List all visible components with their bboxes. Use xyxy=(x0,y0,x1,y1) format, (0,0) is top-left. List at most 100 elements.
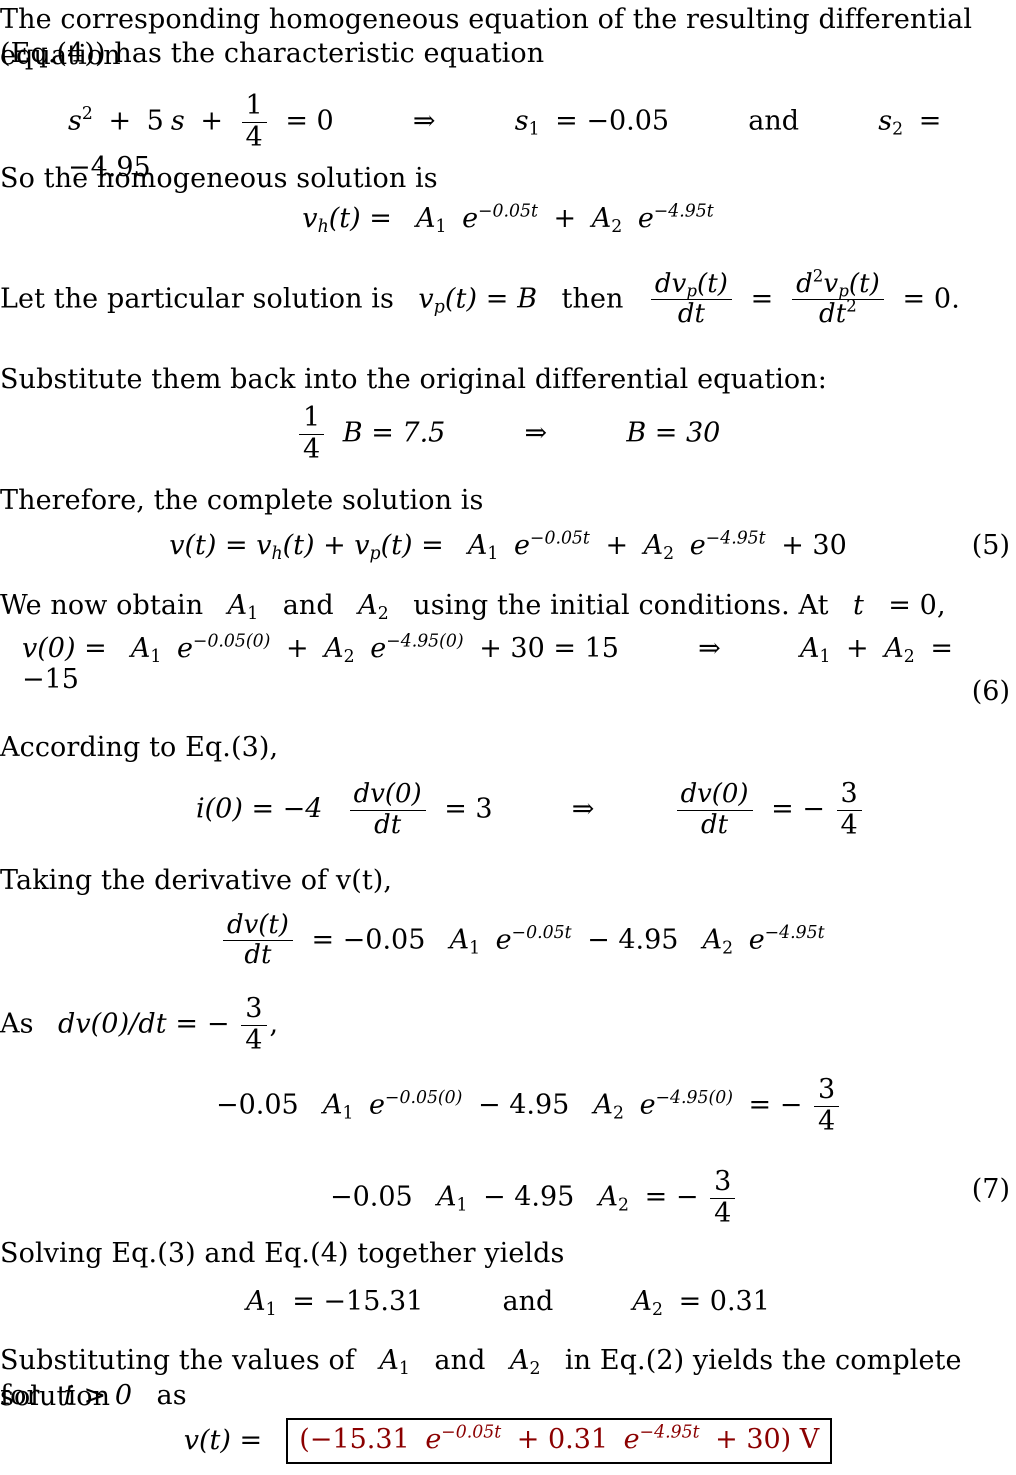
root2-subscript: 2 xyxy=(892,119,904,140)
eq7-A2: A xyxy=(598,1181,619,1213)
d2vp-v: v xyxy=(823,269,839,299)
final-lhs: v(t) = xyxy=(183,1424,263,1456)
cs-lhs: v(t) = v xyxy=(169,530,272,561)
iz-res-den: 4 xyxy=(840,809,858,841)
evz-minus: − 4.95 xyxy=(477,1089,570,1121)
d2vp-d-sup: 2 xyxy=(812,266,824,286)
evz-lhs: −0.05 xyxy=(216,1089,299,1121)
evz-frac-den: 4 xyxy=(817,1105,836,1137)
paragraph-according-to: According to Eq.(3), xyxy=(0,730,1016,766)
dvp-num-sub: p xyxy=(686,281,698,301)
iz-dvdt-fraction: dv(0) dt xyxy=(349,780,426,839)
implies-arrow-icon-3: ⇒ xyxy=(698,633,721,664)
as-dvdt-fraction: 34 xyxy=(241,994,267,1056)
we-now-obtain-b: and xyxy=(282,590,334,621)
ic-e1: e xyxy=(177,633,193,664)
ic-lhs: v(0) = xyxy=(22,633,107,664)
dvdt-exp1: −0.05t xyxy=(511,922,572,943)
ic-A2-sub: 2 xyxy=(343,646,355,667)
char-eq-frac-den: 4 xyxy=(245,121,263,153)
equation-dvdt: dv(t) dt = −0.05 A1 e−0.05t − 4.95 A2 e−4… xyxy=(0,911,1016,970)
ic-A1-sub: 1 xyxy=(150,646,162,667)
dvp-dt-fraction: dvp(t) dt xyxy=(650,270,732,330)
ic-res-plus: + xyxy=(846,633,869,664)
evz-e1: e xyxy=(369,1089,386,1121)
char-eq-fraction: 14 xyxy=(241,91,267,153)
cs-e2: e xyxy=(689,530,706,561)
sub-A1-sub: 1 xyxy=(398,1358,411,1379)
we-now-obtain-d: = 0, xyxy=(888,590,946,621)
implies-arrow-icon: ⇒ xyxy=(412,105,436,137)
paragraph-particular-solution: Let the particular solution is vp(t) = B… xyxy=(0,268,1016,330)
fa-e2: e xyxy=(623,1424,640,1455)
cs-mid2: (t) = xyxy=(380,530,444,561)
char-eq-plus1: + xyxy=(108,105,132,137)
cs-h-sub: h xyxy=(271,543,283,564)
root1-value: = −0.05 xyxy=(555,105,670,137)
taking-derivative-text: Taking the derivative of v(t), xyxy=(0,865,393,896)
eq7-frac-num: 3 xyxy=(710,1167,736,1199)
cs-p-sub: p xyxy=(369,543,381,564)
wno-t: t xyxy=(852,590,864,621)
sub-A1: A xyxy=(379,1345,399,1376)
as-frac-num: 3 xyxy=(241,994,267,1026)
eq7-fraction: 34 xyxy=(710,1167,736,1228)
dvdt-A1: A xyxy=(449,924,470,956)
evz-eq: = − xyxy=(748,1089,803,1121)
evz-A1: A xyxy=(322,1089,343,1121)
dvdt-A2: A xyxy=(702,924,723,956)
equation-final-answer: v(t) = (−15.31 e−0.05t + 0.31 e−4.95t + … xyxy=(0,1418,1016,1464)
paragraph-as-dvdt: As dv(0)/dt = − 34, xyxy=(0,994,1016,1056)
dvdt-A1-sub: 1 xyxy=(469,938,481,959)
vh-A1: A xyxy=(416,203,436,234)
dvdt-fraction: dv(t) dt xyxy=(223,911,293,970)
paragraph-taking-derivative: Taking the derivative of v(t), xyxy=(0,863,1016,899)
B-solve-fraction: 14 xyxy=(299,403,325,464)
d2vp-d: d xyxy=(796,269,813,299)
intro-text-2: (Eq.(4)) has the characteristic equation xyxy=(0,38,545,69)
equation-number-6-row: (6) xyxy=(0,676,1016,707)
wno-A2-sub: 2 xyxy=(377,603,389,624)
eq7-A1: A xyxy=(436,1181,457,1213)
dvdt-exp2: −4.95t xyxy=(764,922,825,943)
evz-frac-num: 3 xyxy=(813,1075,840,1107)
we-now-obtain-a: We now obtain xyxy=(0,590,204,621)
vh-subscript: h xyxy=(317,216,329,237)
as-dvdt-expr: dv(0)/dt = − xyxy=(57,1008,230,1040)
cs-e1: e xyxy=(514,530,530,561)
equation-complete-solution: v(t) = vh(t) + vp(t) = A1 e−0.05t + A2 e… xyxy=(0,530,1016,564)
d2vp-numerator: d2vp(t) xyxy=(792,268,884,301)
let-particular-text-b: then xyxy=(561,283,624,315)
evz-fraction: 34 xyxy=(813,1075,840,1137)
char-eq-frac-num: 1 xyxy=(241,91,267,123)
as-frac-den: 4 xyxy=(245,1024,263,1056)
evz-A1-sub: 1 xyxy=(342,1103,354,1124)
av-A2: A xyxy=(632,1286,652,1317)
cs-A2-sub: 2 xyxy=(663,543,675,564)
substitute-back-text: Substitute them back into the original d… xyxy=(0,364,827,395)
iz-frac-num: dv(0) xyxy=(349,780,426,811)
dvp-numerator: dvp(t) xyxy=(650,270,732,301)
d2vp-den-sup: 2 xyxy=(846,297,857,317)
evz-A2: A xyxy=(593,1089,614,1121)
solving-together-text: Solving Eq.(3) and Eq.(4) together yield… xyxy=(0,1238,565,1269)
dvp-denominator: dt xyxy=(677,299,706,330)
vh-A2: A xyxy=(591,203,612,234)
iz-result-fraction: 34 xyxy=(836,779,862,841)
av-A1-value: = −15.31 xyxy=(292,1286,424,1317)
fa-exp1: −0.05t xyxy=(441,1422,502,1443)
dvdt-e1: e xyxy=(495,924,512,956)
eq7-lhs: −0.05 xyxy=(330,1181,413,1213)
cs-A1-sub: 1 xyxy=(487,543,499,564)
ic-tail: + 30 = 15 xyxy=(479,633,619,664)
substituting-text-1: Substituting the values of xyxy=(0,1345,355,1376)
fa-close: + 30) V xyxy=(715,1424,820,1455)
d2vp-den-dt: dt xyxy=(819,299,847,330)
therefore-complete-text: Therefore, the complete solution is xyxy=(0,485,484,516)
equation-eval-at-zero: −0.05 A1 e−0.05(0) − 4.95 A2 e−4.95(0) =… xyxy=(0,1075,1016,1137)
B-solve-rhs: B = 30 xyxy=(626,417,721,449)
char-eq-var-s: s xyxy=(170,105,185,137)
and-word-2: and xyxy=(502,1286,554,1317)
dvdt-A2-sub: 2 xyxy=(722,938,734,959)
evz-A2-sub: 2 xyxy=(613,1103,624,1124)
